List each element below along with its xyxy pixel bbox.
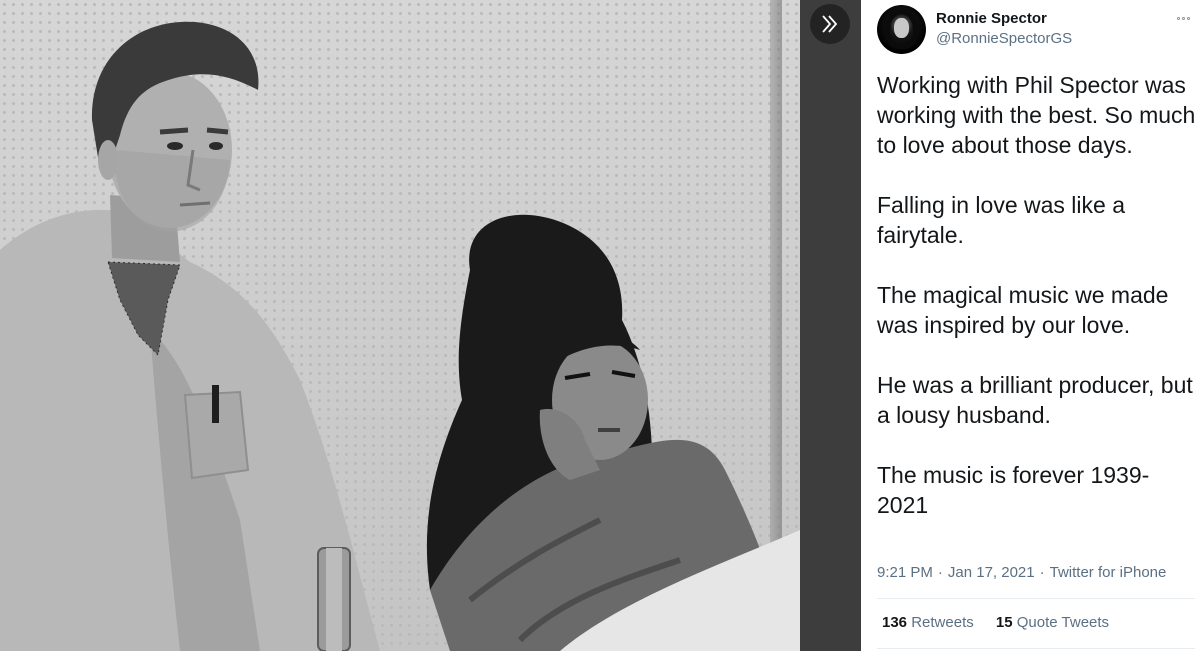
divider (877, 648, 1195, 649)
tweet-time[interactable]: 9:21 PM (877, 564, 933, 581)
retweets-count: 136 (882, 614, 908, 631)
double-chevron-right-icon (822, 15, 838, 33)
tweet-source[interactable]: Twitter for iPhone (1050, 564, 1167, 581)
tweet-paragraph: The music is forever 1939-2021 (877, 462, 1150, 518)
author-name[interactable]: Ronnie Spector (936, 10, 1047, 27)
tweet-paragraph: Working with Phil Spector was working wi… (877, 72, 1196, 158)
meta-separator: · (1039, 564, 1045, 581)
tweet-stats: 136 Retweets 15 Quote Tweets (882, 614, 1127, 631)
author-handle[interactable]: @RonnieSpectorGS (936, 30, 1072, 47)
retweets-stat[interactable]: 136 Retweets (882, 614, 974, 631)
dot (1182, 16, 1185, 20)
photo-scene (0, 21, 800, 651)
avatar-face (894, 18, 909, 38)
tweet-paragraph: Falling in love was like a fairytale. (877, 192, 1126, 248)
tweet-text: Working with Phil Spector was working wi… (877, 70, 1199, 550)
tweet-paragraph: He was a brilliant producer, but a lousy… (877, 372, 1193, 428)
avatar[interactable] (877, 5, 926, 54)
pen (212, 385, 219, 423)
tweet-photo[interactable] (0, 0, 800, 651)
quotes-label: Quote Tweets (1016, 614, 1110, 631)
tweet-paragraph: The magical music we made was inspired b… (877, 282, 1169, 338)
media-gutter (800, 0, 861, 651)
dot (1177, 16, 1180, 20)
divider (877, 598, 1195, 599)
tweet-meta: 9:21 PM · Jan 17, 2021 · Twitter for iPhone (877, 564, 1166, 581)
quote-tweets-stat[interactable]: 15 Quote Tweets (996, 614, 1109, 631)
retweets-label: Retweets (911, 614, 974, 631)
tweet-date[interactable]: Jan 17, 2021 (948, 564, 1035, 581)
meta-separator: · (937, 564, 943, 581)
tweet-panel: Ronnie Spector @RonnieSpectorGS Working … (861, 0, 1199, 651)
expand-button[interactable] (810, 4, 850, 44)
more-options-icon[interactable] (1177, 13, 1197, 23)
quotes-count: 15 (995, 614, 1013, 631)
dot (1187, 16, 1190, 20)
